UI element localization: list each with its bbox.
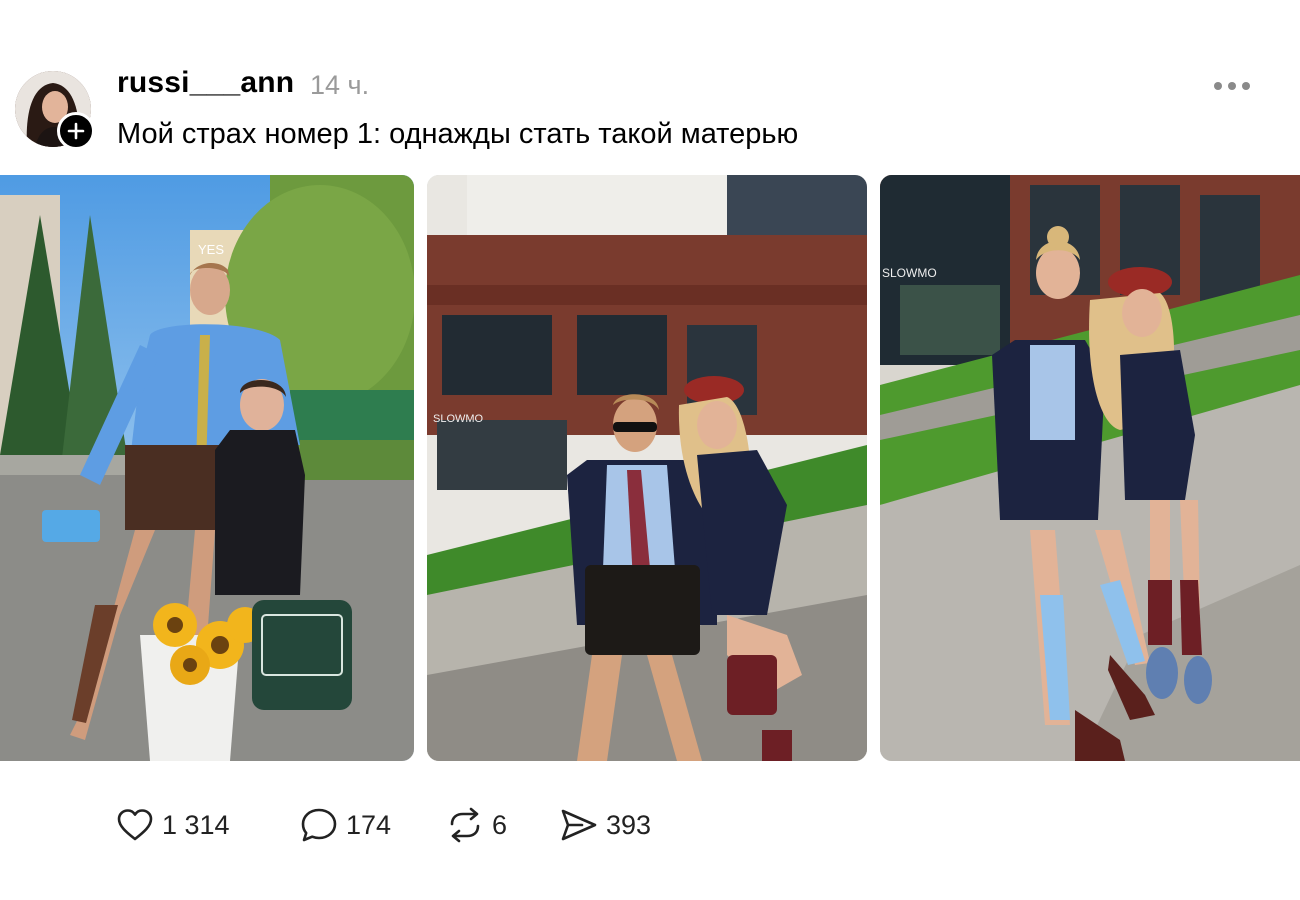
send-icon [561, 809, 597, 841]
repost-button[interactable]: 6 [446, 804, 507, 846]
photo-1-sign: YES [198, 242, 224, 257]
photo-3-image: SLOWMO [880, 175, 1300, 761]
more-dots-icon [1214, 82, 1250, 90]
like-button[interactable]: 1 314 [116, 804, 230, 846]
repost-count: 6 [492, 809, 508, 840]
follow-button[interactable] [57, 112, 95, 150]
comment-count: 174 [346, 809, 392, 840]
comment-bubble-icon [301, 808, 337, 842]
like-count: 1 314 [162, 809, 230, 840]
comment-button[interactable]: 174 [300, 804, 391, 846]
photo-2[interactable]: SLOWMO [427, 175, 867, 761]
username[interactable]: russi___ann [117, 66, 294, 100]
repost-icon [450, 807, 480, 843]
photo-1-image: YES [0, 175, 414, 761]
photo-3[interactable]: SLOWMO [880, 175, 1300, 761]
plus-icon [67, 122, 85, 140]
photo-2-sign: SLOWMO [433, 413, 484, 425]
heart-icon [117, 809, 153, 841]
share-button[interactable]: 393 [560, 804, 651, 846]
share-count: 393 [606, 809, 652, 840]
more-options-button[interactable] [1210, 70, 1254, 102]
photo-2-image: SLOWMO [427, 175, 867, 761]
post-time: 14 ч. [310, 70, 370, 100]
photo-3-sign: SLOWMO [882, 266, 937, 280]
post-caption: Мой страх номер 1: однажды стать такой м… [117, 118, 799, 150]
photo-1[interactable]: YES [0, 175, 414, 761]
